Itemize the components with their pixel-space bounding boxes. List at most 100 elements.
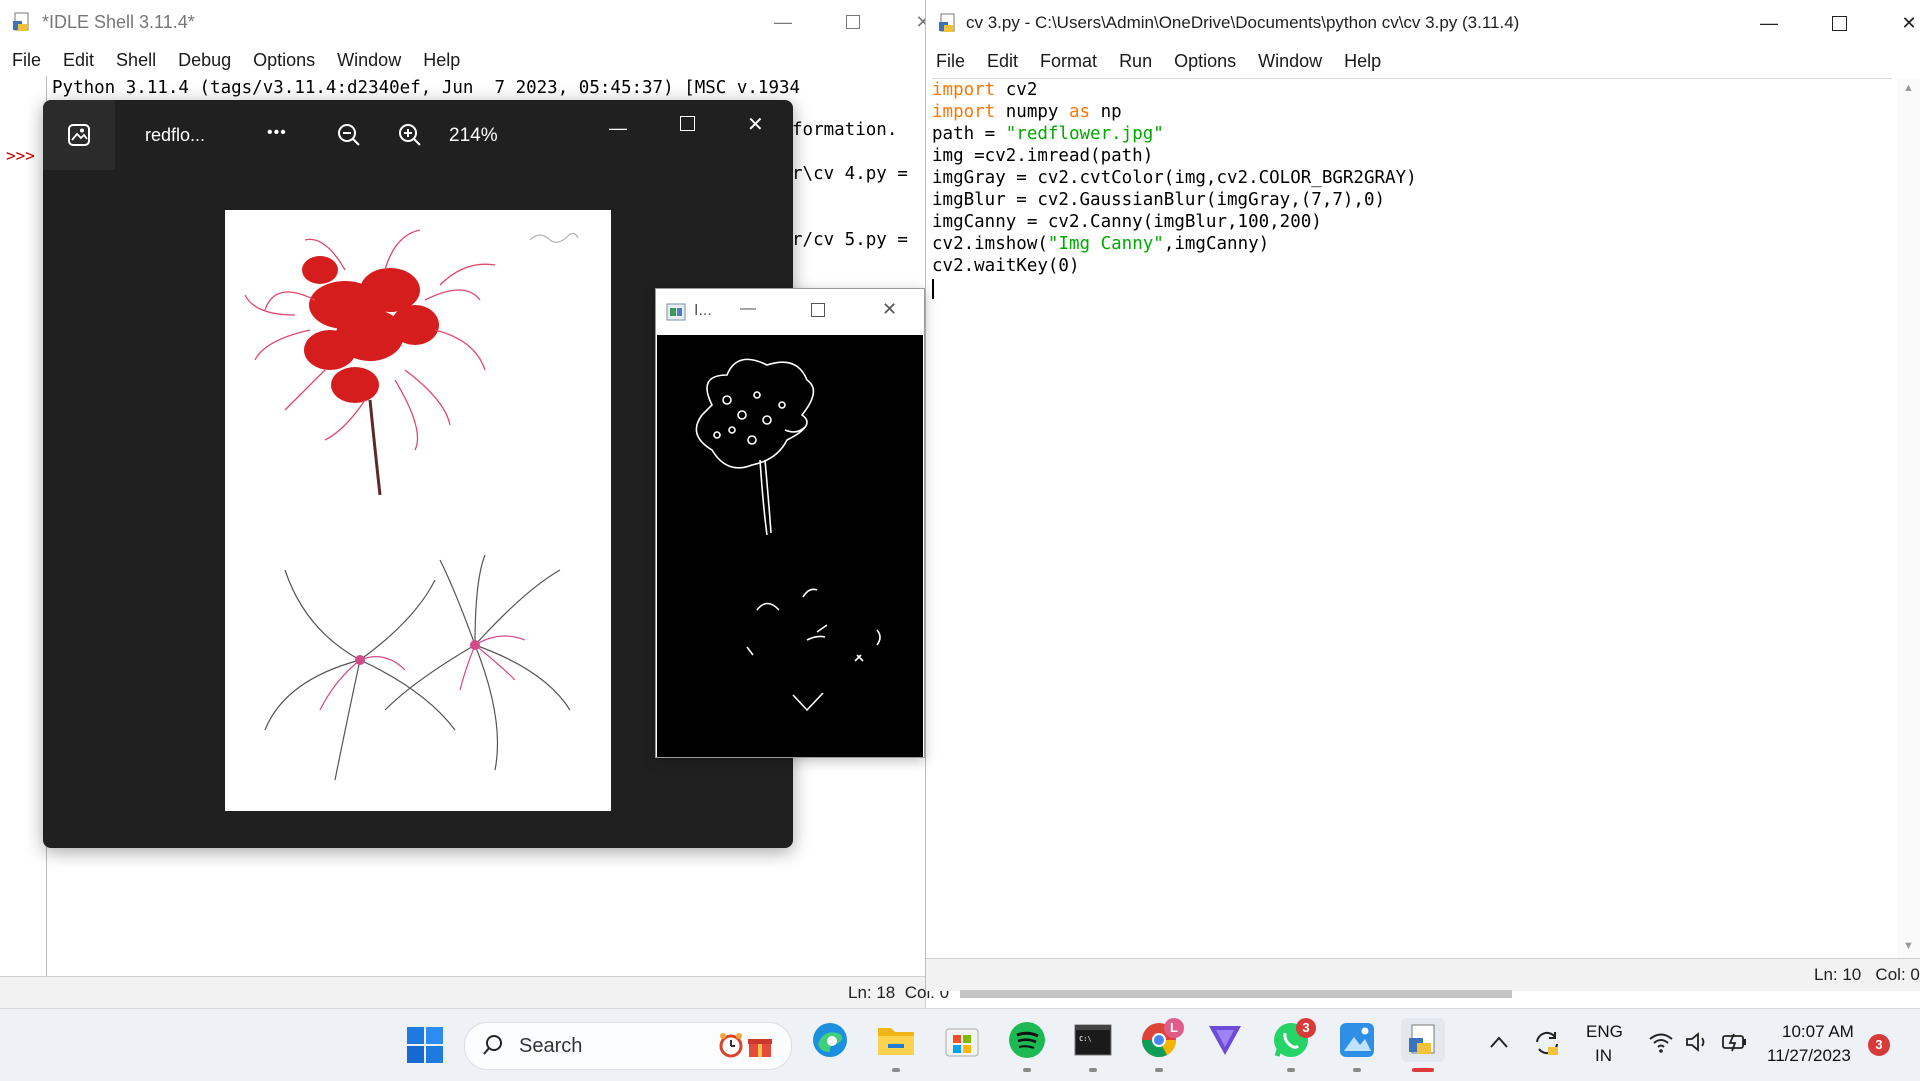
menu-debug[interactable]: Debug [178, 50, 231, 71]
close-icon[interactable]: ✕ [1889, 9, 1920, 37]
whatsapp-badge: 3 [1296, 1018, 1316, 1038]
idle-shell-statusbar: Ln: 18 Col: 0 [0, 976, 949, 1009]
menu-run[interactable]: Run [1119, 51, 1152, 72]
photos-icon[interactable] [1335, 1018, 1379, 1062]
search-icon [481, 1033, 505, 1062]
canny-titlebar[interactable]: I... — ✕ [656, 289, 924, 335]
code-line-8: cv2.imshow("Img Canny",imgCanny) [932, 233, 1892, 255]
editor-title: cv 3.py - C:\Users\Admin\OneDrive\Docume… [966, 13, 1520, 32]
python-file-icon [12, 12, 32, 32]
scroll-down-icon[interactable]: ▼ [1903, 940, 1914, 952]
volume-icon[interactable] [1684, 1030, 1710, 1059]
zoom-in-icon[interactable] [397, 122, 423, 153]
close-icon[interactable]: ✕ [882, 299, 897, 320]
editor-statusbar: Ln: 10 Col: 0 [926, 958, 1920, 991]
text-cursor [932, 279, 934, 299]
minimize-icon[interactable]: — [740, 300, 756, 318]
gallery-icon[interactable] [43, 100, 115, 170]
editor-hscroll [960, 990, 1512, 998]
menu-file[interactable]: File [12, 50, 41, 71]
menu-edit[interactable]: Edit [63, 50, 94, 71]
tb-active-indicator [1412, 1068, 1434, 1072]
code-line-4: img =cv2.imread(path) [932, 146, 1154, 166]
keyword: import [932, 102, 996, 122]
clock-time[interactable]: 10:07 AM [1782, 1022, 1854, 1042]
notification-badge[interactable]: 3 [1868, 1034, 1890, 1056]
clock-date: 11/27/2023 [1767, 1046, 1851, 1065]
spotify-icon[interactable] [1005, 1018, 1049, 1062]
tb-dot-chrome [1155, 1068, 1163, 1072]
search-label: Search [519, 1035, 583, 1057]
flower-image [225, 210, 611, 811]
code-text: cv2 [995, 80, 1038, 100]
minimize-icon[interactable]: — [609, 118, 627, 139]
idle-shell-title: *IDLE Shell 3.11.4* [42, 12, 195, 32]
sync-icon[interactable] [1532, 1028, 1562, 1063]
edge-icon[interactable] [808, 1018, 852, 1062]
menu-shell[interactable]: Shell [116, 50, 156, 71]
tb-dot-explorer [892, 1068, 900, 1072]
maximize-icon[interactable] [1819, 9, 1859, 37]
maximize-icon[interactable] [811, 303, 825, 322]
wifi-icon[interactable] [1648, 1030, 1674, 1059]
menu-help[interactable]: Help [423, 50, 460, 71]
shell-prompt: >>> [6, 146, 35, 165]
code-line-7: imgCanny = cv2.Canny(imgBlur,100,200) [932, 212, 1322, 232]
code-line-9: cv2.waitKey(0) [932, 256, 1080, 276]
canny-edge-image [657, 335, 923, 757]
file-explorer-icon[interactable] [874, 1018, 918, 1062]
zoom-out-icon[interactable] [336, 122, 362, 153]
language-line-1[interactable]: ENG [1586, 1022, 1623, 1042]
code-text: numpy [995, 102, 1069, 122]
taskbar-search-box[interactable]: Search [464, 1022, 792, 1070]
image-window-icon [666, 303, 686, 326]
scroll-up-icon[interactable]: ▲ [1903, 82, 1914, 94]
menu-edit[interactable]: Edit [987, 51, 1018, 72]
maximize-icon[interactable] [833, 8, 873, 36]
alarm-clock-icon [717, 1031, 745, 1064]
menu-options[interactable]: Options [1174, 51, 1236, 72]
code-text: np [1090, 102, 1122, 122]
idle-taskbar-icon[interactable] [1401, 1018, 1445, 1062]
shell-gutter [0, 76, 47, 976]
canny-window: I... — ✕ [655, 288, 925, 758]
string-literal: "redflower.jpg" [1005, 124, 1164, 144]
minimize-icon[interactable]: — [1749, 9, 1789, 37]
chrome-profile-badge: L [1164, 1018, 1184, 1038]
battery-icon[interactable] [1720, 1030, 1750, 1059]
code-editor[interactable]: import cv2 import numpy as np path = "re… [932, 78, 1892, 955]
gift-icon [747, 1033, 773, 1064]
menu-window[interactable]: Window [337, 50, 401, 71]
chevron-up-icon[interactable] [1488, 1034, 1510, 1055]
editor-menubar: File Edit Format Run Options Window Help [936, 51, 1403, 72]
editor-scrollbar[interactable]: ▲ ▼ [1897, 78, 1920, 958]
shell-restart-line-2: r/cv 5.py = [792, 230, 908, 250]
start-windows-icon[interactable] [406, 1026, 444, 1069]
close-icon[interactable]: ✕ [747, 112, 764, 137]
maximize-icon[interactable] [680, 116, 695, 136]
menu-file[interactable]: File [936, 51, 965, 72]
menu-help[interactable]: Help [1344, 51, 1381, 72]
shell-banner: Python 3.11.4 (tags/v3.11.4:d2340ef, Jun… [52, 78, 801, 98]
viewer-file-name: redflo... [145, 125, 206, 145]
shell-restart-line-1: r\cv 4.py = [792, 164, 908, 184]
tb-dot-whatsapp [1287, 1068, 1295, 1072]
code-text: path = [932, 124, 1006, 144]
editor-titlebar[interactable]: cv 3.py - C:\Users\Admin\OneDrive\Docume… [926, 0, 1920, 46]
keyword: import [932, 80, 996, 100]
vpn-icon[interactable] [1203, 1018, 1247, 1062]
terminal-icon[interactable]: C:\ [1071, 1018, 1115, 1062]
menu-options[interactable]: Options [253, 50, 315, 71]
menu-window[interactable]: Window [1258, 51, 1322, 72]
menu-format[interactable]: Format [1040, 51, 1097, 72]
viewer-toolbar: redflo... ••• 214% — ✕ [43, 100, 793, 170]
code-line-5: imgGray = cv2.cvtColor(img,cv2.COLOR_BGR… [932, 168, 1417, 188]
minimize-icon[interactable]: — [763, 8, 803, 36]
code-line-1: import cv2 [932, 79, 1892, 101]
code-line-3: path = "redflower.jpg" [932, 123, 1892, 145]
idle-shell-titlebar[interactable]: *IDLE Shell 3.11.4* — ✕ [0, 0, 931, 44]
microsoft-store-icon[interactable] [940, 1018, 984, 1062]
more-options-button[interactable]: ••• [267, 124, 287, 142]
string-literal: "Img Canny" [1047, 234, 1164, 254]
shell-info-line: formation. [792, 120, 898, 140]
